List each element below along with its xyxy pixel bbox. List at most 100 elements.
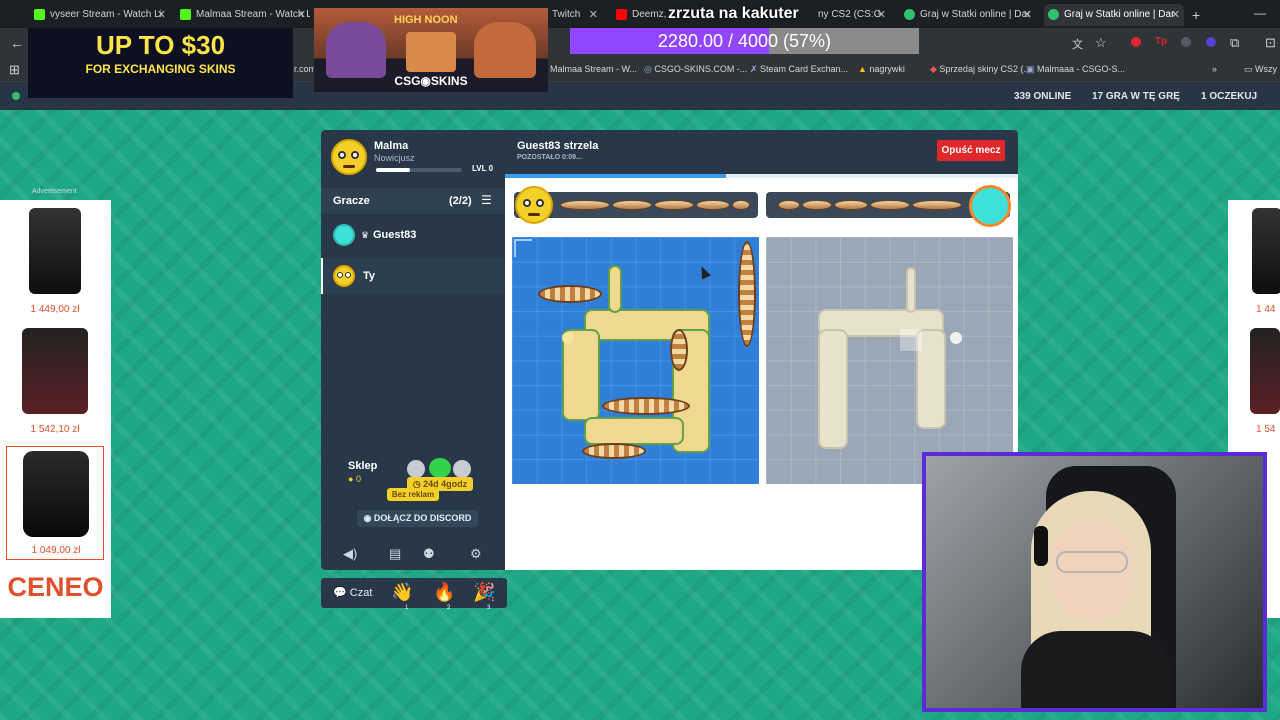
opponent-board[interactable] (766, 237, 1013, 484)
bookmark[interactable]: ▭ Wszy (1244, 64, 1277, 75)
avatar-eye (351, 151, 359, 159)
book-icon[interactable]: ▤ (389, 546, 401, 562)
extension-icon[interactable] (1131, 37, 1141, 47)
my-board[interactable] (512, 237, 759, 484)
leave-match-button[interactable]: Opuść mecz (937, 140, 1005, 161)
product-price: 1 542,10 zł (30, 424, 80, 435)
back-arrow-icon[interactable]: ← (10, 35, 24, 51)
browser-tab-bar: vyseer Stream - Watch Li ✕ Malmaa Stream … (0, 0, 1280, 28)
bookmark[interactable]: ▣ Malmaaa - CSGO-S... (1026, 64, 1125, 75)
bookmark[interactable]: ▲ nagrywki (858, 64, 905, 74)
extension-icon[interactable]: Tp (1155, 36, 1167, 47)
level-progress-bar (376, 168, 462, 172)
volume-icon[interactable]: ◀) (343, 546, 357, 562)
product-price: 1 54 (1256, 424, 1276, 435)
minimize-icon[interactable]: — (1254, 6, 1266, 20)
ship-icon (696, 200, 730, 210)
opponent-avatar (333, 224, 355, 246)
user-avatar[interactable] (331, 139, 367, 175)
waiting-count: 1 OCZEKUJ (1201, 91, 1258, 102)
battleship-game-panel: Malma Nowicjusz LVL 0 Gracze (2/2) ☰ ♛ G… (321, 130, 1018, 570)
close-tab-icon[interactable]: ✕ (1171, 4, 1180, 26)
skins-exchange-ad[interactable]: UP TO $30 FOR EXCHANGING SKINS (28, 28, 293, 98)
ship-icon (732, 200, 750, 210)
extension-icon[interactable] (1206, 37, 1216, 47)
self-avatar (333, 265, 355, 287)
ceneo-side-ad[interactable]: 1 449,00 zł 1 542,10 zł 1 049,00 zł CENE… (0, 200, 111, 618)
headset-icon (1034, 526, 1048, 566)
island (608, 265, 622, 313)
avatar-eye (523, 199, 531, 207)
bookmark[interactable]: ◎ CSGO-SKINS.COM -... (644, 64, 747, 75)
extensions-icon[interactable]: ⧉ (1230, 35, 1239, 51)
folder-icon: ▭ (1244, 64, 1256, 74)
browser-tab-active[interactable]: Graj w Statki online | Dar ✕ (1044, 4, 1184, 26)
party-emote-button[interactable]: 🎉 3 (473, 582, 495, 611)
ship-icon (870, 200, 910, 210)
island (906, 267, 916, 313)
bookmark[interactable]: ◆ Sprzedaj skiny CS2 (... (930, 64, 1031, 75)
close-tab-icon[interactable]: ✕ (157, 4, 166, 26)
discord-button[interactable]: ◉ DOŁĄCZ DO DISCORD (357, 510, 478, 527)
no-ads-badge[interactable]: Bez reklam (387, 488, 439, 501)
players-label: Gracze (333, 195, 370, 207)
ship (670, 329, 688, 371)
shot-marker (950, 332, 962, 344)
people-icon[interactable]: ⚉ (423, 546, 435, 562)
gear-icon[interactable]: ⚙ (470, 546, 482, 562)
bookmarks-overflow-icon[interactable]: » (1212, 64, 1217, 74)
close-tab-icon[interactable]: ✕ (589, 4, 598, 26)
coin-balance: ● 0 (348, 474, 361, 484)
translate-icon[interactable]: 文 (1072, 36, 1083, 52)
browser-tab[interactable]: Graj w Statki online | Dar ✕ (900, 4, 1036, 26)
ship (538, 285, 602, 303)
close-tab-icon[interactable]: ✕ (877, 4, 886, 26)
browser-tab[interactable]: ny CS2 (CS:G ✕ (812, 4, 890, 26)
players-count: (2/2) (449, 195, 472, 207)
close-tab-icon[interactable]: ✕ (297, 4, 306, 26)
profile-icon[interactable]: ⊡ (1265, 35, 1276, 51)
avatar-skin-icon (407, 460, 425, 478)
island (818, 329, 848, 449)
ad-brand: CSG◉SKINS (394, 74, 468, 88)
bookmark[interactable]: r.com (294, 64, 316, 74)
kick-icon (34, 9, 45, 20)
apps-grid-icon[interactable]: ⊞ (9, 62, 20, 78)
site-favicon-icon (904, 9, 915, 20)
bookmark[interactable]: ✗ Steam Card Exchan... (750, 64, 848, 75)
island (584, 417, 684, 445)
ceneo-logo: CENEO (7, 572, 104, 602)
browser-tab[interactable]: Twitch ✕ (548, 4, 602, 26)
settings-sliders-icon[interactable]: ☰ (481, 193, 492, 207)
wave-emote-button[interactable]: 👋 1 (391, 582, 413, 611)
lens-image-icon (23, 451, 89, 537)
new-tab-button[interactable]: + (1188, 4, 1206, 26)
browser-tab[interactable]: vyseer Stream - Watch Li ✕ (30, 4, 170, 26)
stream-title-overlay: zrzuta na kakuter (668, 5, 799, 22)
browser-tab[interactable]: Malmaa Stream - Watch L ✕ (176, 4, 310, 26)
csgo-skins-ad[interactable]: HIGH NOON CSG◉SKINS (314, 8, 548, 92)
extension-icon[interactable] (1181, 37, 1191, 47)
ship (602, 397, 690, 415)
ad-product[interactable]: 1 449,00 zł (6, 206, 104, 320)
player-row-self[interactable]: Ty (321, 258, 505, 294)
bookmark-favicon-icon: ▣ (1026, 64, 1038, 74)
bookmark-favicon-icon: ✗ (750, 64, 761, 74)
close-tab-icon[interactable]: ✕ (1023, 4, 1032, 26)
online-count: 339 ONLINE (1014, 91, 1072, 102)
user-level: LVL 0 (472, 164, 494, 173)
ad-product[interactable]: 1 542,10 zł (6, 326, 104, 440)
avatar-mouth (343, 165, 355, 168)
site-favicon-icon (1048, 9, 1059, 20)
youtube-icon (616, 9, 627, 20)
chat-button[interactable]: 💬 Czat (333, 586, 372, 599)
board-corner-marker (514, 239, 532, 257)
shop-label[interactable]: Sklep (348, 460, 377, 472)
bookmark-favicon-icon: ◆ (930, 64, 940, 74)
player-row[interactable]: ♛ Guest83 (321, 218, 505, 254)
star-icon[interactable]: ☆ (1095, 35, 1107, 51)
ad-product[interactable]: 1 049,00 zł (6, 446, 104, 560)
browser-tab[interactable]: Deemz, Sz (612, 4, 668, 26)
fire-emote-button[interactable]: 🔥 2 (433, 582, 455, 611)
bookmark[interactable]: Malmaa Stream - W... (550, 64, 637, 74)
